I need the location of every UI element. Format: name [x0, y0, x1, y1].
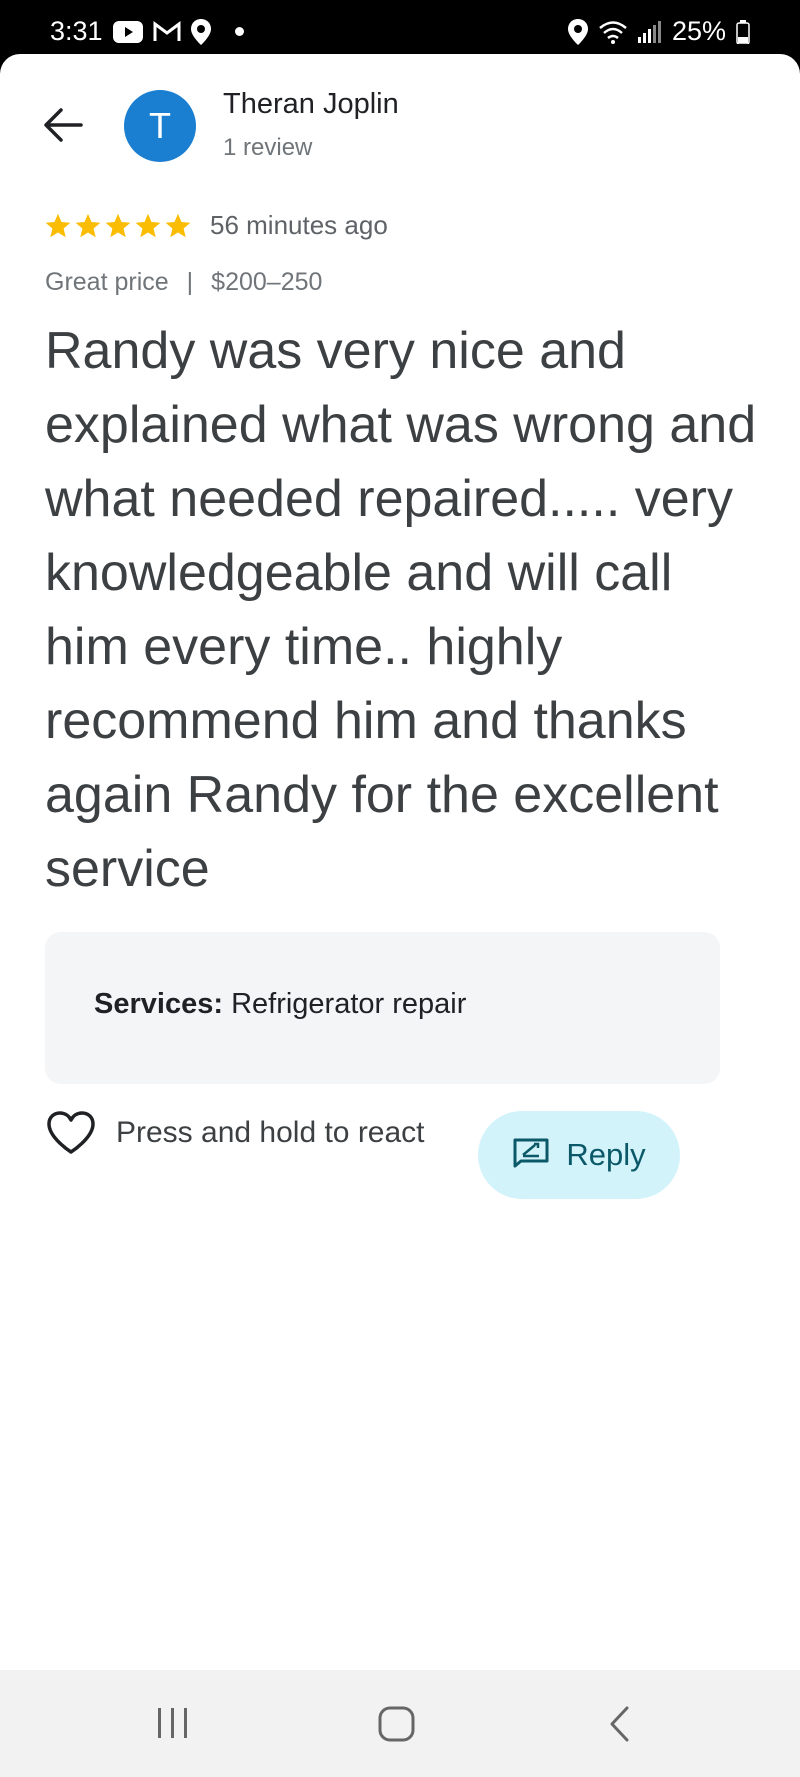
battery-percent: 25% — [671, 16, 726, 46]
reply-icon — [512, 1136, 550, 1175]
star-icon — [165, 213, 191, 237]
star-icon — [75, 213, 101, 237]
status-time: 3:31 — [50, 16, 103, 46]
services-line: Services: Refrigerator repair — [94, 988, 466, 1021]
nav-back-button[interactable] — [605, 1706, 635, 1742]
signal-icon — [637, 20, 662, 43]
recent-apps-icon — [158, 1708, 187, 1738]
rating-row: 56 minutes ago — [44, 210, 388, 241]
services-value: Refrigerator repair — [231, 988, 467, 1020]
status-bar-right: 25% — [567, 16, 750, 47]
heart-icon[interactable] — [46, 1110, 96, 1156]
review-count: 1 review — [223, 134, 313, 161]
review-text: Randy was very nice and explained what w… — [45, 322, 757, 898]
review-time: 56 minutes ago — [210, 210, 388, 240]
reply-button[interactable]: Reply — [478, 1111, 680, 1199]
location-icon — [567, 18, 588, 45]
arrow-back-icon — [43, 107, 83, 148]
gmail-icon — [153, 20, 181, 43]
price-separator: | — [186, 268, 194, 296]
recent-apps-button[interactable] — [150, 1706, 196, 1740]
back-icon — [610, 1706, 629, 1742]
youtube-icon — [112, 20, 143, 43]
reply-label: Reply — [566, 1137, 646, 1172]
price-label: Great price — [45, 268, 169, 296]
back-button[interactable] — [38, 102, 88, 152]
avatar-letter: T — [149, 105, 171, 146]
avatar[interactable]: T — [124, 90, 196, 162]
home-button[interactable] — [377, 1706, 417, 1742]
author-name[interactable]: Theran Joplin — [223, 88, 399, 121]
status-bar: 3:31 25% — [0, 0, 800, 54]
star-icon — [135, 213, 161, 237]
system-nav-bar — [0, 1670, 800, 1777]
react-row[interactable]: Press and hold to react — [46, 1110, 425, 1156]
battery-icon — [736, 19, 750, 44]
star-icon — [105, 213, 131, 237]
react-label[interactable]: Press and hold to react — [116, 1116, 425, 1150]
status-bar-left: 3:31 — [50, 16, 244, 47]
notification-dot — [234, 27, 244, 36]
services-label: Services: — [94, 988, 223, 1020]
location-icon — [190, 18, 211, 45]
services-box: Services: Refrigerator repair — [45, 932, 720, 1084]
wifi-icon — [598, 20, 628, 44]
star-rating — [44, 212, 192, 240]
price-range: $200–250 — [211, 268, 323, 296]
price-row: Great price | $200–250 — [45, 268, 322, 297]
review-sheet: T Theran Joplin 1 review 56 minutes ago … — [0, 54, 800, 1670]
star-icon — [45, 213, 71, 237]
home-icon — [378, 1706, 415, 1742]
